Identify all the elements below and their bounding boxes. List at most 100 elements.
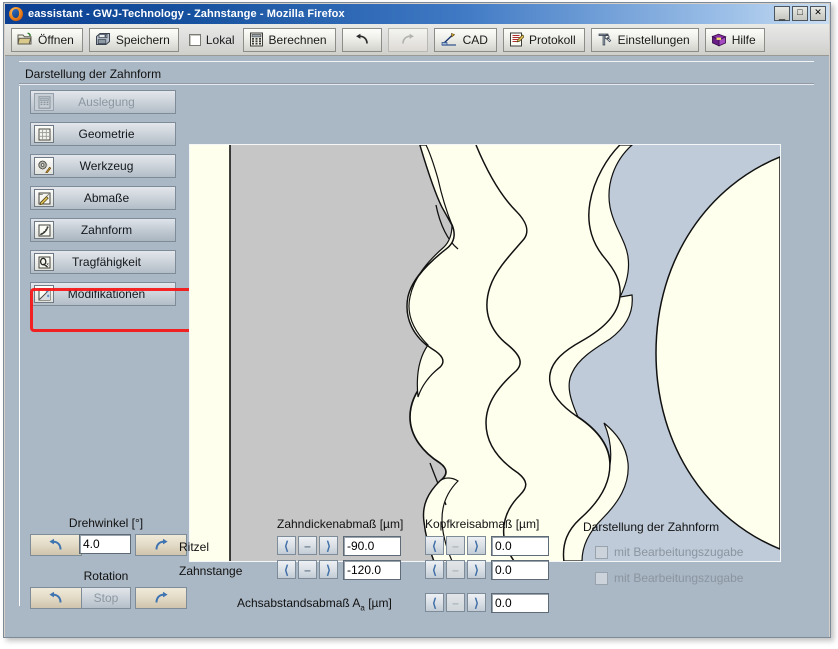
book-icon	[711, 33, 727, 47]
sidebar-item-geometrie[interactable]: Geometrie	[30, 122, 176, 146]
cad-button[interactable]: CAD	[433, 27, 497, 52]
rotation-cw-button[interactable]	[135, 587, 187, 609]
chevron-left-icon[interactable]: ⟨	[277, 536, 296, 555]
application-window: eassistant - GWJ-Technology - Zahnstange…	[0, 0, 838, 649]
achsabstandsabmass-label: Achsabstandsabmaß Aa [µm]	[237, 596, 392, 612]
chevron-right-icon[interactable]: ⟩	[319, 560, 338, 579]
chevron-right-icon[interactable]: ⟩	[467, 560, 486, 579]
lokal-checkbox[interactable]: Lokal	[188, 33, 235, 47]
checkbox-bearbeitungszugabe-1[interactable]: mit Bearbeitungszugabe	[595, 545, 743, 559]
settings-button-label: Einstellungen	[617, 32, 690, 47]
column-header-zahndickenabmass: Zahndickenabmaß [µm]	[277, 517, 404, 531]
close-button[interactable]: ✕	[810, 6, 826, 21]
svg-text:x: x	[46, 262, 49, 267]
ruler-pencil-icon	[34, 189, 54, 207]
open-button-label: Öffnen	[38, 32, 74, 47]
display-options-title: Darstellung der Zahnform	[583, 520, 720, 534]
sidebar-item-werkzeug[interactable]: Werkzeug	[30, 154, 176, 178]
angle-ccw-button[interactable]	[30, 534, 82, 556]
sidebar-item-modifikationen[interactable]: Modifikationen	[30, 282, 176, 306]
checkbox-label: mit Bearbeitungszugabe	[614, 545, 744, 559]
minus-icon[interactable]: –	[446, 560, 465, 579]
checkbox-box[interactable]	[595, 545, 608, 559]
drehwinkel-label: Drehwinkel [°]	[68, 516, 144, 530]
floppy-disk-icon	[95, 32, 111, 47]
achsabstandsabmass-input[interactable]: 0.0	[491, 593, 549, 613]
undo-button[interactable]	[341, 27, 382, 52]
open-button[interactable]: Öffnen	[11, 27, 83, 52]
redo-button[interactable]	[387, 27, 428, 52]
kopfkreisabmass-zahnstange-input[interactable]: 0.0	[491, 560, 549, 580]
chevron-right-icon[interactable]: ⟩	[467, 536, 486, 555]
main-window: eassistant - GWJ-Technology - Zahnstange…	[3, 2, 831, 638]
chevron-left-icon[interactable]: ⟨	[277, 560, 296, 579]
minimize-icon: _	[778, 9, 786, 21]
chevron-right-icon[interactable]: ⟩	[467, 593, 486, 612]
sidebar-item-tragfaehigkeit[interactable]: x Tragfähigkeit	[30, 250, 176, 274]
protocol-button[interactable]: Protokoll	[502, 27, 585, 52]
minus-icon[interactable]: –	[446, 536, 465, 555]
chevron-left-icon[interactable]: ⟨	[425, 560, 444, 579]
help-button[interactable]: Hilfe	[704, 27, 765, 52]
sidebar-item-label: Abmaße	[83, 191, 130, 205]
undo-arrow-icon	[353, 33, 371, 46]
rotate-ccw-icon	[47, 538, 65, 552]
drehwinkel-input[interactable]: 4.0	[79, 534, 131, 554]
minus-icon[interactable]: –	[298, 536, 317, 555]
lokal-checkbox-box[interactable]	[188, 33, 201, 46]
save-button[interactable]: Speichern	[88, 27, 179, 52]
header-divider-highlight	[19, 84, 814, 85]
calculator-icon	[249, 32, 264, 47]
calculate-button[interactable]: Berechnen	[242, 27, 336, 52]
calculator-icon	[34, 93, 54, 111]
zahndickenabmass-ritzel-input[interactable]: -90.0	[343, 536, 401, 556]
help-button-label: Hilfe	[731, 32, 756, 47]
checkbox-box[interactable]	[595, 571, 608, 585]
minus-icon[interactable]: –	[298, 560, 317, 579]
maximize-icon: □	[797, 7, 803, 17]
checkbox-label: mit Bearbeitungszugabe	[614, 571, 744, 585]
maximize-button[interactable]: □	[792, 6, 808, 21]
chevron-left-icon[interactable]: ⟨	[425, 593, 444, 612]
close-icon: ✕	[814, 7, 822, 17]
sidebar-item-auslegung[interactable]: Auslegung	[30, 90, 176, 114]
protocol-button-label: Protokoll	[528, 32, 576, 47]
rotation-ccw-button[interactable]	[30, 587, 82, 609]
sidebar-item-label: Modifikationen	[67, 287, 146, 301]
sidebar-item-label: Zahnform	[80, 223, 133, 237]
title-bar: eassistant - GWJ-Technology - Zahnstange…	[5, 4, 829, 24]
content-area: Darstellung der Zahnform Auslegung Geome…	[5, 56, 829, 637]
kopfkreisabmass-ritzel-spinner: ⟨ – ⟩	[425, 536, 488, 555]
calculate-button-label: Berechnen	[268, 32, 327, 47]
chevron-right-icon[interactable]: ⟩	[319, 536, 338, 555]
checkbox-bearbeitungszugabe-2[interactable]: mit Bearbeitungszugabe	[595, 571, 743, 585]
window-buttons: _ □ ✕	[774, 6, 826, 21]
toolbar: Öffnen Speichern Lokal Berechnen CAD Pro…	[5, 24, 829, 56]
grid-icon	[34, 125, 54, 143]
zahndickenabmass-zahnstange-spinner: ⟨ – ⟩	[277, 560, 340, 579]
minimize-button[interactable]: _	[774, 6, 790, 21]
panel-header: Darstellung der Zahnform	[19, 61, 814, 83]
gear-tool-icon	[34, 157, 54, 175]
rotate-cw-icon	[152, 538, 170, 552]
sidebar-item-abmasse[interactable]: Abmaße	[30, 186, 176, 210]
firefox-icon	[9, 7, 23, 21]
save-button-label: Speichern	[115, 32, 170, 47]
zahndickenabmass-zahnstange-input[interactable]: -120.0	[343, 560, 401, 580]
achsabstandsabmass-label-main: Achsabstandsabmaß A	[237, 596, 361, 610]
rotation-stop-button[interactable]: Stop	[81, 587, 131, 609]
minus-icon[interactable]: –	[446, 593, 465, 612]
settings-button[interactable]: Einstellungen	[590, 27, 699, 52]
window-title: eassistant - GWJ-Technology - Zahnstange…	[28, 8, 345, 20]
zahnform-diagram[interactable]	[189, 144, 781, 562]
column-header-kopfkreisabmass: Kopfkreisabmaß [µm]	[425, 517, 540, 531]
row-label-ritzel: Ritzel	[179, 540, 210, 554]
kopfkreisabmass-zahnstange-spinner: ⟨ – ⟩	[425, 560, 488, 579]
open-folder-icon	[17, 32, 33, 47]
chevron-left-icon[interactable]: ⟨	[425, 536, 444, 555]
rotation-label: Rotation	[83, 569, 129, 583]
rotate-cw-icon	[152, 591, 170, 605]
sidebar-item-zahnform[interactable]: Zahnform	[30, 218, 176, 242]
achsabstandsabmass-label-unit: [µm]	[364, 596, 392, 610]
kopfkreisabmass-ritzel-input[interactable]: 0.0	[491, 536, 549, 556]
